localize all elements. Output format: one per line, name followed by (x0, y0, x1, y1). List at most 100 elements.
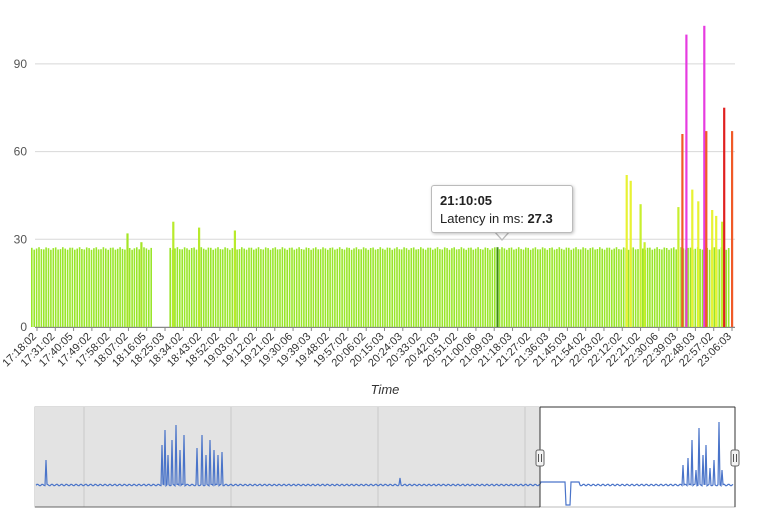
latency-bar (534, 247, 537, 327)
latency-bar (54, 247, 57, 327)
y-tick-label: 60 (14, 145, 28, 159)
latency-bar (587, 249, 589, 327)
x-tick-labels: 17:18:0217:31:0217:40:0517:49:0217:58:02… (0, 327, 734, 369)
latency-bar (310, 249, 312, 327)
latency-bar (646, 247, 649, 327)
latency-bar (649, 247, 651, 327)
latency-bar (298, 247, 300, 327)
latency-bar (374, 249, 377, 327)
navigator-handle-body[interactable] (730, 449, 740, 467)
latency-bar (114, 249, 117, 327)
latency-bar (725, 249, 728, 327)
latency-bar (124, 249, 126, 327)
latency-bar (93, 248, 95, 327)
tooltip-label: Latency in ms: (440, 211, 528, 226)
latency-bar (264, 247, 267, 327)
navigator-handle-body[interactable] (535, 449, 545, 467)
latency-bar (494, 247, 496, 327)
latency-bar (577, 249, 580, 327)
latency-bar (553, 249, 556, 327)
latency-bars (31, 25, 735, 328)
latency-bar (176, 247, 179, 327)
latency-bar (112, 247, 114, 327)
latency-bar (33, 249, 35, 327)
latency-bar (353, 248, 355, 327)
latency-bar (417, 249, 420, 327)
latency-bar (229, 249, 231, 327)
latency-bar (699, 248, 701, 327)
latency-bar (179, 249, 181, 327)
latency-bar (281, 247, 284, 327)
latency-bar (396, 247, 398, 327)
latency-bar (327, 249, 329, 327)
latency-bar (663, 247, 666, 327)
latency-bar (489, 249, 491, 327)
latency-bar (59, 249, 62, 327)
latency-bar (57, 249, 59, 327)
latency-bar (632, 247, 634, 327)
latency-bar (212, 249, 214, 327)
latency-bar (128, 248, 131, 327)
latency-bar (532, 248, 534, 327)
latency-bar (544, 248, 546, 327)
latency-bar (486, 248, 489, 327)
latency-bar (231, 248, 234, 327)
latency-spike-bar (715, 215, 718, 327)
latency-bar (558, 247, 561, 327)
latency-bar (482, 249, 484, 327)
latency-bar (637, 249, 639, 327)
latency-bar (584, 248, 587, 327)
latency-bar (66, 249, 69, 327)
latency-bar (694, 248, 697, 327)
latency-bar (305, 247, 308, 327)
latency-bar (594, 249, 596, 327)
latency-bar (642, 248, 644, 327)
navigator-handle[interactable] (535, 449, 545, 467)
latency-bar (346, 247, 348, 327)
latency-bar (35, 248, 38, 327)
latency-bar (400, 249, 403, 327)
latency-bar (369, 248, 372, 327)
latency-bar (78, 247, 81, 327)
latency-bar (439, 249, 441, 327)
latency-bar (474, 248, 477, 327)
latency-bar-chart: 0 30 60 90 17:18:0217:31:0217:40:0517:49:02… (0, 25, 735, 397)
latency-bar (701, 249, 704, 327)
latency-bar (214, 248, 217, 327)
latency-bar (455, 249, 458, 327)
latency-bar (81, 249, 83, 327)
latency-bar (548, 248, 551, 327)
latency-bar (415, 249, 417, 327)
y-tick-label: 30 (14, 232, 28, 246)
latency-bar (513, 249, 515, 327)
latency-bar (150, 247, 152, 327)
latency-bar (97, 249, 100, 327)
latency-bar (210, 247, 212, 327)
latency-bar (601, 248, 603, 327)
latency-bar (329, 247, 331, 327)
latency-bar (563, 249, 565, 327)
latency-bar (467, 247, 470, 327)
latency-bar (241, 247, 243, 327)
latency-bar (386, 247, 389, 327)
navigator-handle[interactable] (730, 449, 740, 467)
latency-bar (627, 249, 630, 327)
latency-bar (589, 248, 592, 327)
latency-bar (291, 247, 293, 327)
latency-bar (255, 248, 257, 327)
y-tick-label: 90 (14, 57, 28, 71)
latency-bar (274, 247, 277, 327)
latency-spike-bar (625, 175, 628, 327)
latency-bar (324, 248, 327, 327)
latency-bar (47, 248, 50, 327)
latency-bar (377, 249, 379, 327)
latency-bar (458, 249, 460, 327)
latency-bar (381, 248, 384, 327)
latency-bar (90, 249, 93, 327)
latency-bar (312, 248, 315, 327)
latency-bar (653, 248, 656, 327)
latency-bar (133, 248, 136, 327)
latency-bar (582, 247, 584, 327)
latency-bar (267, 248, 269, 327)
latency-bar (441, 249, 444, 327)
